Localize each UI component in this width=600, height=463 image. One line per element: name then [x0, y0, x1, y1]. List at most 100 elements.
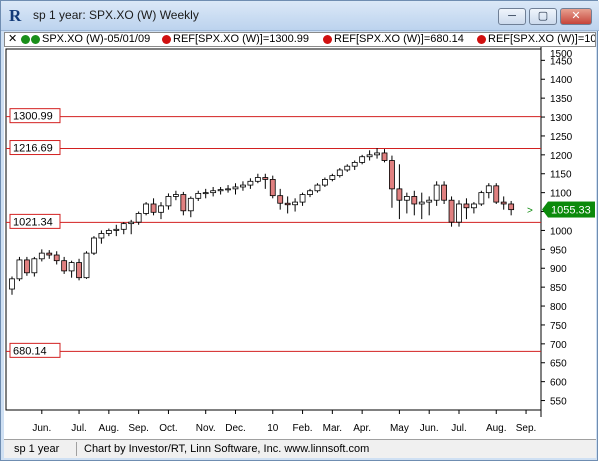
candle-body[interactable] [23, 259, 30, 274]
candle-body[interactable] [389, 160, 395, 190]
last-price-pointer [542, 201, 548, 218]
candle-body[interactable] [433, 184, 440, 201]
close-button[interactable]: ✕ [560, 8, 592, 25]
y-tick-label: 950 [550, 245, 567, 256]
candle-body[interactable] [172, 194, 179, 197]
candle-body[interactable] [426, 199, 433, 203]
candle-body[interactable] [448, 199, 455, 223]
candle-body[interactable] [232, 186, 239, 190]
candle-body[interactable] [307, 190, 313, 195]
x-tick-label: Jul. [451, 423, 467, 434]
candle-body[interactable] [418, 201, 425, 205]
candle-body[interactable] [210, 190, 217, 194]
candle-body[interactable] [61, 260, 68, 272]
y-tick-label: 650 [550, 359, 567, 370]
candle-body[interactable] [135, 213, 142, 223]
x-tick-label: Feb. [293, 423, 313, 434]
candlestick-chart[interactable]: 5506006507007508008509009501000105011001… [4, 47, 596, 439]
minimize-button[interactable]: ─ [498, 8, 526, 25]
legend-status-dot[interactable] [21, 35, 30, 44]
candle-body[interactable] [143, 203, 150, 214]
legend-ref-10[interactable]: REF[SPX.XO (W)]=10 [488, 33, 595, 46]
candle-body[interactable] [105, 230, 112, 234]
candle-body[interactable] [299, 194, 306, 203]
candle-body[interactable] [91, 237, 97, 254]
candle-body[interactable] [120, 223, 127, 230]
candle-body[interactable] [158, 205, 164, 213]
candle-body[interactable] [31, 258, 38, 274]
candle-body[interactable] [150, 203, 157, 213]
candle-body[interactable] [478, 192, 485, 205]
candle-body[interactable] [68, 262, 75, 272]
status-credit: Chart by Investor/RT, Linn Software, Inc… [84, 443, 370, 455]
candle-body[interactable] [463, 203, 470, 209]
candle-body[interactable] [403, 196, 410, 201]
candle-body[interactable] [195, 192, 202, 199]
candle-body[interactable] [113, 228, 120, 231]
candle-body[interactable] [187, 197, 194, 212]
candle-body[interactable] [292, 201, 299, 206]
candle-body[interactable] [441, 184, 448, 201]
candle-body[interactable] [329, 175, 336, 180]
candle-body[interactable] [225, 188, 231, 191]
candle-body[interactable] [366, 154, 373, 158]
legend-ref-dot[interactable] [477, 35, 486, 44]
candle-body[interactable] [321, 179, 328, 186]
candle-body[interactable] [217, 189, 224, 192]
candle-body[interactable] [277, 195, 284, 204]
candle-body[interactable] [396, 188, 403, 201]
status-divider [76, 442, 77, 456]
candle-body[interactable] [262, 177, 269, 180]
x-tick-label: Oct. [159, 423, 177, 434]
candle-body[interactable] [493, 185, 500, 203]
candle-body[interactable] [98, 233, 105, 239]
candle-body[interactable] [284, 202, 291, 206]
candle-body[interactable] [254, 177, 261, 182]
candle-body[interactable] [83, 252, 90, 279]
candle-body[interactable] [314, 184, 321, 192]
y-tick-label: 750 [550, 321, 567, 332]
title-bar[interactable]: R sp 1 year: SPX.XO (W) Weekly ─ ▢ ✕ [1, 1, 599, 31]
x-tick-label: Mar. [323, 423, 342, 434]
candle-body[interactable] [351, 162, 358, 167]
candle-body[interactable] [374, 152, 380, 156]
candle-body[interactable] [202, 192, 209, 195]
candle-body[interactable] [470, 203, 477, 209]
x-tick-label: Aug. [486, 423, 507, 434]
candle-body[interactable] [269, 179, 276, 197]
candle-body[interactable] [336, 169, 343, 177]
candle-body[interactable] [411, 196, 418, 205]
candle-body[interactable] [344, 165, 351, 171]
candle-body[interactable] [500, 201, 507, 205]
candle-body[interactable] [359, 156, 366, 163]
candle-body[interactable] [165, 196, 172, 207]
candle-body[interactable] [46, 252, 53, 256]
candle-body[interactable] [76, 262, 82, 279]
legend-ref-dot[interactable] [323, 35, 332, 44]
candle-body[interactable] [16, 259, 23, 280]
candle-body[interactable] [38, 252, 45, 260]
maximize-button[interactable]: ▢ [529, 8, 557, 25]
legend-ref-dot[interactable] [162, 35, 171, 44]
candle-body[interactable] [381, 152, 388, 161]
candle-body[interactable] [180, 194, 187, 212]
legend-ref-1300[interactable]: REF[SPX.XO (W)]=1300.99 [173, 33, 309, 46]
legend-ref-680[interactable]: REF[SPX.XO (W)]=680.14 [334, 33, 464, 46]
candle-body[interactable] [128, 221, 135, 225]
chart-area[interactable]: 5506006507007508008509009501000105011001… [4, 47, 596, 439]
legend-visibility-dot[interactable] [31, 35, 40, 44]
legend-close-icon[interactable]: ✕ [8, 33, 17, 46]
candle-body[interactable] [485, 185, 492, 194]
x-tick-label: Sep. [516, 423, 537, 434]
candle-body[interactable] [240, 184, 246, 188]
candle-body[interactable] [456, 203, 462, 223]
x-tick-label: Sep. [128, 423, 149, 434]
candle-body[interactable] [508, 203, 515, 211]
candle-body[interactable] [53, 254, 60, 262]
y-tick-label: 1150 [550, 170, 572, 181]
x-tick-label: Jun. [420, 423, 439, 434]
candle-body[interactable] [247, 180, 254, 186]
candle-body[interactable] [9, 278, 15, 290]
investor-rt-icon[interactable]: R [9, 7, 27, 25]
legend-symbol[interactable]: SPX.XO (W)-05/01/09 [42, 33, 150, 46]
